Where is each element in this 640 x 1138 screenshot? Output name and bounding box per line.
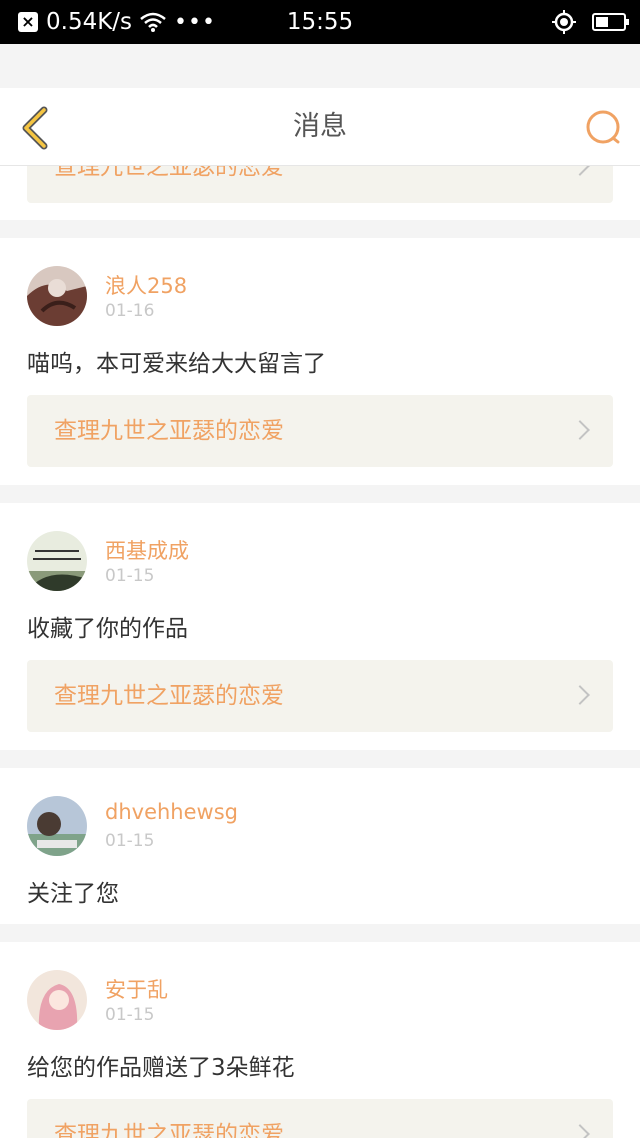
work-link[interactable]: 查理九世之亚瑟的恋爱: [27, 166, 613, 203]
user-name[interactable]: 西基成成: [105, 535, 189, 565]
user-avatar[interactable]: [27, 796, 87, 856]
message-date: 01-15: [105, 566, 155, 586]
message-item: 安于乱 01-15 给您的作品赠送了3朵鲜花 查理九世之亚瑟的恋爱: [0, 942, 640, 1138]
user-avatar[interactable]: [27, 531, 87, 591]
page-title: 消息: [293, 111, 347, 142]
message-item: 西基成成 01-15 收藏了你的作品 查理九世之亚瑟的恋爱: [0, 503, 640, 750]
message-date: 01-16: [105, 301, 155, 321]
chevron-right-icon: [570, 420, 590, 440]
message-text: 关注了您: [27, 881, 119, 907]
chevron-right-icon: [570, 1124, 590, 1138]
chevron-right-icon: [570, 166, 590, 176]
work-title: 查理九世之亚瑟的恋爱: [54, 683, 284, 709]
message-text: 给您的作品赠送了3朵鲜花: [27, 1055, 295, 1081]
chevron-right-icon: [570, 685, 590, 705]
work-link[interactable]: 查理九世之亚瑟的恋爱: [27, 1099, 613, 1138]
work-title: 查理九世之亚瑟的恋爱: [54, 166, 284, 180]
app-header: 消息: [0, 88, 640, 166]
user-name[interactable]: 浪人258: [105, 270, 187, 300]
battery-icon: [592, 13, 629, 31]
message-text: 喵呜，本可爱来给大大留言了: [27, 351, 326, 377]
battery-level: [596, 17, 608, 27]
work-title: 查理九世之亚瑟的恋爱: [54, 1122, 284, 1138]
message-date: 01-15: [105, 831, 155, 851]
search-icon[interactable]: [584, 108, 624, 148]
status-bar: × 0.54K/s ••• 15:55: [0, 0, 640, 44]
user-name[interactable]: 安于乱: [105, 974, 168, 1004]
status-right: [552, 0, 629, 44]
message-item: 浪人258 01-16 喵呜，本可爱来给大大留言了 查理九世之亚瑟的恋爱: [0, 238, 640, 485]
message-date: 01-15: [105, 1005, 155, 1025]
location-icon: [552, 10, 576, 34]
clock: 15:55: [286, 9, 354, 35]
user-avatar[interactable]: [27, 970, 87, 1030]
user-avatar[interactable]: [27, 266, 87, 326]
message-item: dhvehhewsg 01-15 关注了您: [0, 768, 640, 924]
message-text: 收藏了你的作品: [27, 616, 188, 642]
work-title: 查理九世之亚瑟的恋爱: [54, 418, 284, 444]
work-link[interactable]: 查理九世之亚瑟的恋爱: [27, 395, 613, 467]
user-name[interactable]: dhvehhewsg: [105, 800, 238, 824]
previous-item-peek: 查理九世之亚瑟的恋爱: [0, 166, 640, 220]
work-link[interactable]: 查理九世之亚瑟的恋爱: [27, 660, 613, 732]
